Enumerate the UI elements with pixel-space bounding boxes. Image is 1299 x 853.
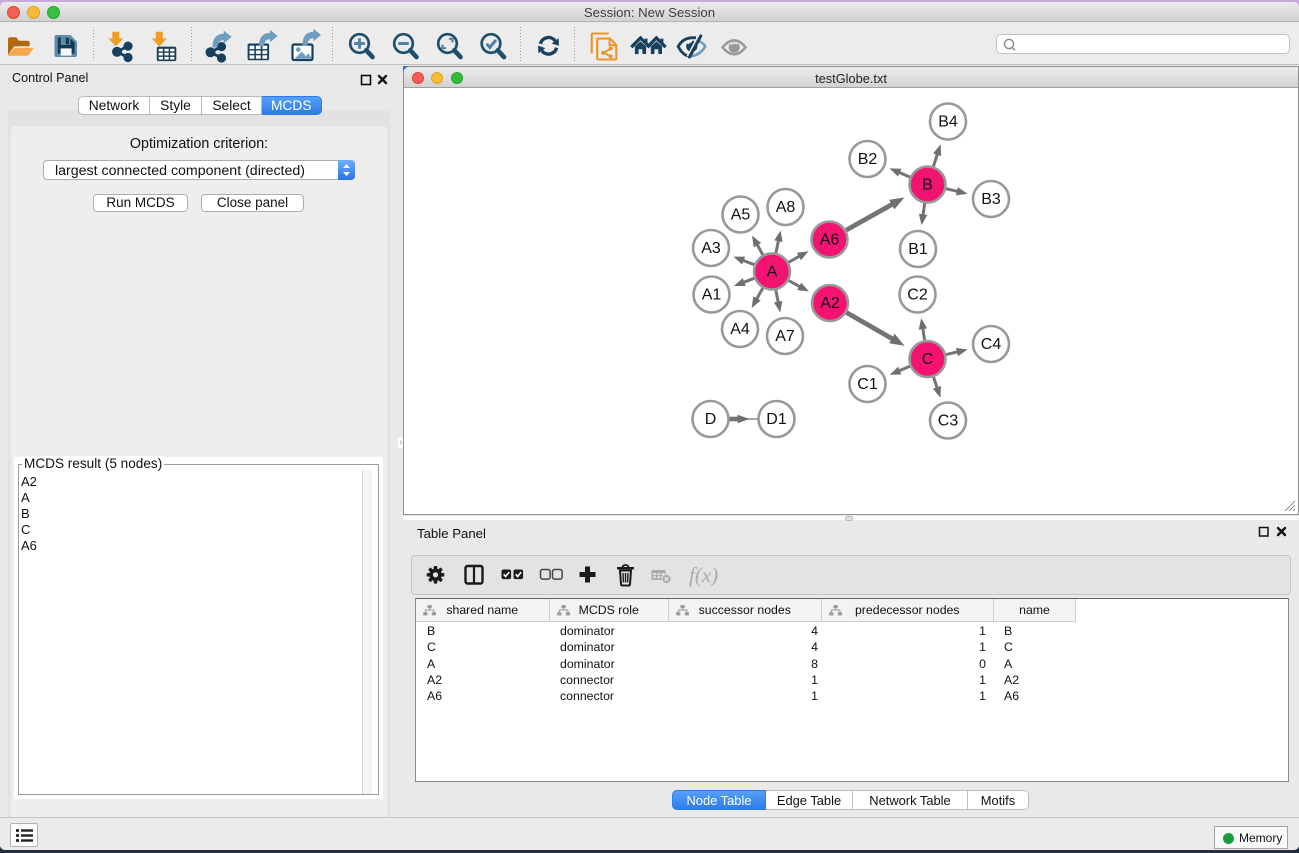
svg-text:D1: D1 (766, 411, 787, 428)
svg-text:C: C (922, 351, 934, 368)
svg-text:f(x): f(x) (689, 563, 718, 587)
svg-text:B3: B3 (981, 191, 1001, 208)
svg-text:A4: A4 (730, 321, 750, 338)
svg-text:B: B (922, 177, 933, 194)
svg-text:A1: A1 (702, 287, 722, 304)
svg-text:C2: C2 (907, 287, 928, 304)
svg-text:A2: A2 (820, 295, 840, 312)
svg-text:A6: A6 (820, 232, 840, 249)
svg-text:B4: B4 (938, 114, 958, 131)
svg-text:C3: C3 (938, 413, 959, 430)
svg-text:A: A (767, 264, 778, 281)
svg-text:D: D (705, 411, 717, 428)
svg-text:B1: B1 (908, 241, 928, 258)
svg-text:A3: A3 (701, 240, 721, 257)
svg-text:A7: A7 (775, 328, 795, 345)
svg-text:C1: C1 (857, 376, 878, 393)
svg-text:B2: B2 (858, 151, 878, 168)
svg-text:A8: A8 (776, 199, 796, 216)
svg-text:A5: A5 (731, 207, 751, 224)
svg-text:C4: C4 (981, 336, 1002, 353)
